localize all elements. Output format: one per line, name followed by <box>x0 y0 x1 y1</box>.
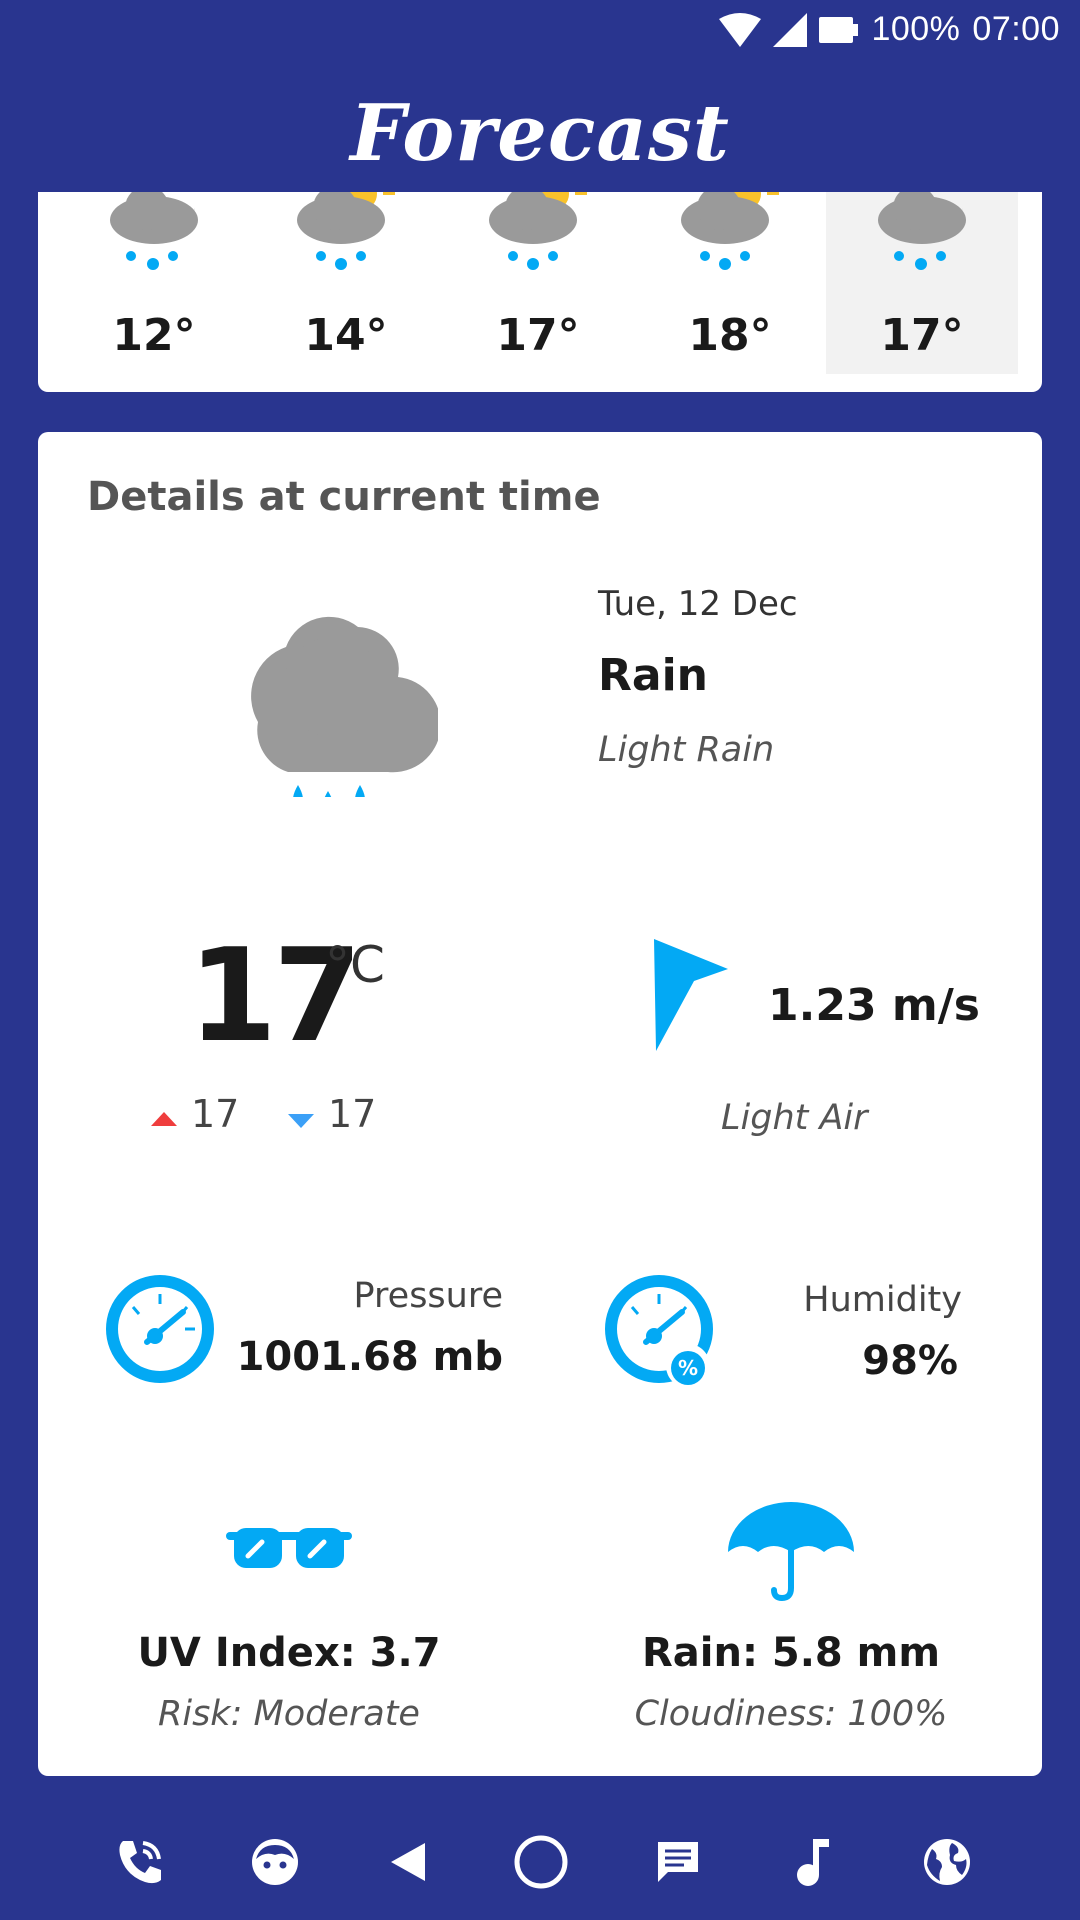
messages-icon <box>658 1842 698 1882</box>
rain-day-icon <box>297 192 395 270</box>
messages-button[interactable] <box>648 1832 708 1892</box>
pressure-gauge-icon <box>106 1275 214 1383</box>
phone-icon <box>119 1841 161 1884</box>
battery-icon <box>819 16 859 43</box>
app-title: Forecast <box>350 88 730 179</box>
sunglasses-icon <box>226 1528 352 1568</box>
back-icon <box>391 1843 425 1881</box>
uv-risk: Risk: Moderate <box>158 1694 420 1734</box>
wind-description: Light Air <box>721 1098 868 1138</box>
high-arrow-icon <box>151 1112 177 1126</box>
status-bar: 100% 07:00 <box>0 0 1080 60</box>
wind-direction-icon <box>654 939 728 1051</box>
wifi-icon <box>719 12 762 47</box>
hourly-item-selected[interactable]: 17° <box>826 192 1018 374</box>
rain-night-icon <box>110 192 198 270</box>
uv-index: UV Index: 3.7 <box>137 1630 441 1676</box>
wind-speed: 1.23 m/s <box>768 980 980 1031</box>
signal-icon <box>773 12 808 47</box>
hourly-temp: 17° <box>496 310 580 361</box>
music-button[interactable] <box>783 1832 843 1892</box>
humidity-value: 98% <box>862 1338 958 1384</box>
globe-icon <box>924 1839 970 1885</box>
card-title: Details at current time <box>87 474 601 520</box>
weather-description: Light Rain <box>598 730 775 770</box>
music-icon <box>797 1839 829 1886</box>
battery-percent: 100% <box>871 10 961 48</box>
weather-condition: Rain <box>598 650 708 701</box>
humidity-label: Humidity <box>803 1280 962 1320</box>
rain-amount: Rain: 5.8 mm <box>641 1630 941 1676</box>
status-icons: 100% 07:00 <box>719 10 1060 49</box>
hourly-temp: 12° <box>112 310 196 361</box>
pressure-label: Pressure <box>353 1276 503 1316</box>
humidity-gauge-icon: % <box>605 1275 713 1388</box>
assistant-button[interactable] <box>245 1832 305 1892</box>
hourly-temp: 14° <box>304 310 388 361</box>
hourly-item[interactable]: 18° <box>634 192 826 374</box>
low-arrow-icon <box>288 1114 314 1128</box>
back-button[interactable] <box>378 1832 438 1892</box>
forecast-date: Tue, 12 Dec <box>598 584 798 624</box>
temperature-low: 17 <box>328 1092 377 1136</box>
rain-night-icon <box>251 567 438 797</box>
home-button[interactable] <box>511 1832 571 1892</box>
home-icon <box>514 1835 568 1889</box>
temperature-unit: °C <box>325 936 385 994</box>
hourly-forecast[interactable]: 12° 14° 17° 18° 17° <box>38 192 1042 392</box>
svg-text:%: % <box>678 1356 698 1380</box>
clock: 07:00 <box>972 10 1060 48</box>
hourly-item[interactable]: 12° <box>58 192 250 374</box>
cloudiness: Cloudiness: 100% <box>634 1694 948 1734</box>
pressure-value: 1001.68 mb <box>236 1334 503 1380</box>
hourly-item[interactable]: 17° <box>442 192 634 374</box>
temperature-high: 17 <box>191 1092 240 1136</box>
hourly-temp: 17° <box>880 310 964 361</box>
hourly-item[interactable]: 14° <box>250 192 442 374</box>
navigation-bar <box>0 1832 1080 1902</box>
rain-day-icon <box>681 192 779 270</box>
rain-day-icon <box>489 192 587 270</box>
umbrella-icon <box>728 1502 854 1602</box>
hourly-temp: 18° <box>688 310 772 361</box>
rain-night-icon <box>878 192 966 270</box>
details-card: Details at current time Tue, 12 Dec Rain… <box>38 432 1042 1776</box>
browser-button[interactable] <box>917 1832 977 1892</box>
face-icon <box>252 1839 298 1885</box>
phone-button[interactable] <box>110 1832 170 1892</box>
